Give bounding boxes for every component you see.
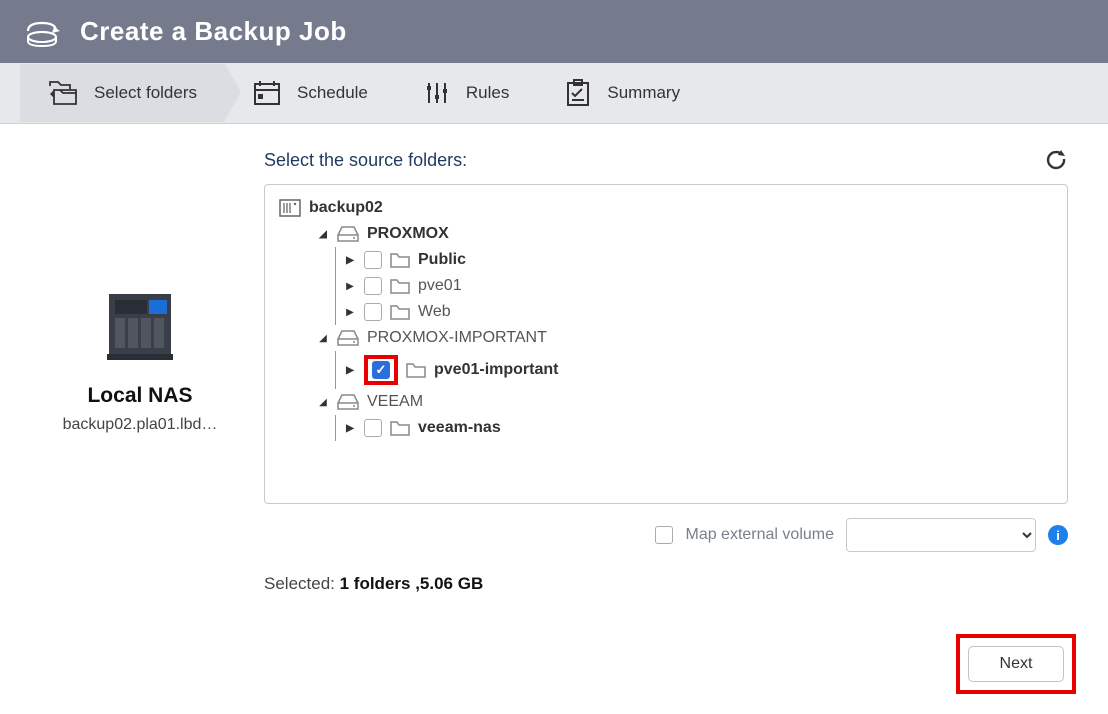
wizard-body: Local NAS backup02.pla01.lbd… Select the…	[0, 124, 1108, 618]
step-schedule[interactable]: Schedule	[225, 64, 396, 122]
section-title: Select the source folders:	[264, 150, 467, 171]
next-button[interactable]: Next	[968, 646, 1064, 682]
tree-node-label: pve01	[418, 277, 462, 295]
selected-summary: Selected: 1 folders ,5.06 GB	[264, 574, 1068, 594]
drive-icon	[337, 394, 359, 410]
nas-hostname: backup02.pla01.lbd…	[40, 416, 240, 434]
expander-icon[interactable]: ◢	[317, 397, 329, 408]
wizard-steps: Select folders Schedule Rules Summary	[0, 63, 1108, 124]
map-volume-label: Map external volume	[685, 526, 834, 544]
expander-icon[interactable]: ▶	[344, 255, 356, 266]
step-label: Rules	[466, 83, 509, 103]
calendar-icon	[253, 80, 281, 106]
tree-node-label: pve01-important	[434, 361, 558, 379]
folder-checkbox[interactable]	[364, 303, 382, 321]
tree-node-label: veeam-nas	[418, 419, 501, 437]
drive-icon	[337, 330, 359, 346]
step-summary[interactable]: Summary	[537, 63, 708, 123]
expander-icon[interactable]: ▶	[344, 307, 356, 318]
folder-icon	[390, 304, 410, 320]
step-label: Schedule	[297, 83, 368, 103]
tree-node-label: Public	[418, 251, 466, 269]
tree-folder-node[interactable]: ▶ Web	[344, 299, 1053, 325]
folder-step-icon	[48, 80, 78, 106]
tree-folder-node[interactable]: ▶ Public	[344, 247, 1053, 273]
step-label: Summary	[607, 83, 680, 103]
folder-icon	[390, 278, 410, 294]
expander-icon[interactable]: ◢	[317, 333, 329, 344]
server-icon	[279, 199, 301, 217]
folder-icon	[390, 420, 410, 436]
expander-icon[interactable]: ▶	[344, 365, 356, 376]
tree-node-label: PROXMOX	[367, 225, 449, 243]
folder-checkbox[interactable]	[364, 419, 382, 437]
expander-icon[interactable]: ▶	[344, 423, 356, 434]
map-volume-row: Map external volume i	[264, 504, 1068, 566]
tree-node-label: backup02	[309, 199, 383, 217]
folder-checkbox[interactable]	[364, 277, 382, 295]
folder-icon	[390, 252, 410, 268]
tree-drive-node[interactable]: ◢ VEEAM	[317, 389, 1053, 415]
highlight-box	[364, 355, 398, 385]
selected-value: 1 folders ,5.06 GB	[340, 574, 484, 593]
folder-selection-panel: Select the source folders: backup02 ◢ PRO…	[264, 148, 1068, 594]
info-icon[interactable]: i	[1048, 525, 1068, 545]
nas-device-icon	[101, 288, 179, 366]
tree-node-label: PROXMOX-IMPORTANT	[367, 329, 547, 347]
step-rules[interactable]: Rules	[396, 64, 537, 122]
expander-icon[interactable]: ◢	[317, 229, 329, 240]
folder-checkbox[interactable]	[372, 361, 390, 379]
tree-drive-node[interactable]: ◢ PROXMOX-IMPORTANT	[317, 325, 1053, 351]
refresh-icon[interactable]	[1044, 148, 1068, 172]
tree-folder-node[interactable]: ▶ pve01	[344, 273, 1053, 299]
step-select-folders[interactable]: Select folders	[20, 64, 225, 122]
folder-checkbox[interactable]	[364, 251, 382, 269]
clipboard-icon	[565, 79, 591, 107]
expander-icon[interactable]: ▶	[344, 281, 356, 292]
device-panel: Local NAS backup02.pla01.lbd…	[40, 148, 240, 594]
nas-name: Local NAS	[40, 384, 240, 408]
folder-icon	[406, 362, 426, 378]
folder-tree[interactable]: backup02 ◢ PROXMOX ▶ Public ▶ pve01 ▶ Web ◢ PROXM…	[264, 184, 1068, 504]
map-volume-select[interactable]	[846, 518, 1036, 552]
tree-folder-node[interactable]: ▶ pve01-important	[344, 351, 1053, 389]
tree-root-node[interactable]: backup02	[279, 195, 1053, 221]
wizard-title: Create a Backup Job	[80, 16, 347, 47]
backup-job-icon	[24, 17, 60, 47]
next-highlight: Next	[956, 634, 1076, 694]
wizard-footer: Next	[0, 618, 1108, 714]
tree-drive-node[interactable]: ◢ PROXMOX	[317, 221, 1053, 247]
step-label: Select folders	[94, 83, 197, 103]
sliders-icon	[424, 80, 450, 106]
tree-node-label: Web	[418, 303, 451, 321]
selected-prefix: Selected:	[264, 574, 340, 593]
tree-folder-node[interactable]: ▶ veeam-nas	[344, 415, 1053, 441]
tree-node-label: VEEAM	[367, 393, 423, 411]
map-volume-checkbox[interactable]	[655, 526, 673, 544]
wizard-header: Create a Backup Job	[0, 0, 1108, 63]
drive-icon	[337, 226, 359, 242]
